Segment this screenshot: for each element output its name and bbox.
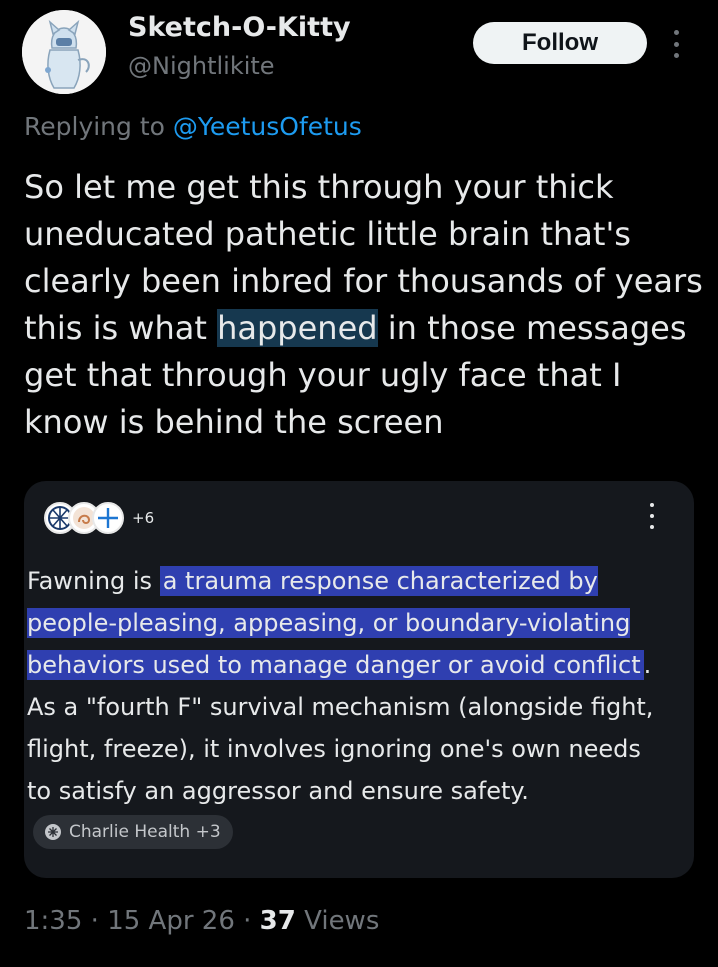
follow-button[interactable]: Follow bbox=[473, 22, 647, 64]
tweet-text: So let me get this through your thick un… bbox=[24, 164, 704, 446]
card-more-icon[interactable] bbox=[645, 503, 659, 529]
views-count: 37 bbox=[259, 906, 296, 936]
tweet-header: Sketch-O-Kitty @Nightlikite Follow bbox=[0, 0, 718, 110]
tweet-time[interactable]: 1:35 bbox=[24, 906, 82, 936]
card-intro: Fawning is bbox=[27, 567, 160, 595]
more-vertical-icon[interactable] bbox=[664, 26, 688, 62]
source-count: +6 bbox=[132, 509, 155, 527]
author-avatar[interactable] bbox=[22, 10, 106, 94]
source-chip-icon bbox=[45, 824, 61, 840]
source-chip-label: Charlie Health +3 bbox=[69, 822, 221, 842]
tweet-meta: 1:35 · 15 Apr 26 · 37 Views bbox=[24, 906, 379, 936]
meta-separator: · bbox=[234, 906, 260, 936]
author-handle[interactable]: @Nightlikite bbox=[128, 52, 275, 80]
plus-cross-icon bbox=[92, 502, 124, 534]
replying-prefix: Replying to bbox=[24, 112, 173, 141]
author-name[interactable]: Sketch-O-Kitty bbox=[128, 12, 351, 43]
views-label: Views bbox=[304, 906, 380, 936]
meta-separator: · bbox=[82, 906, 108, 936]
source-chip[interactable]: Charlie Health +3 bbox=[33, 815, 233, 849]
tweet-highlighted-word[interactable]: happened bbox=[217, 309, 378, 347]
card-answer-text: Fawning is a trauma response characteriz… bbox=[27, 560, 667, 854]
source-icons[interactable]: +6 bbox=[44, 501, 154, 535]
replying-to: Replying to @YeetusOfetus bbox=[24, 112, 362, 141]
reply-mention-link[interactable]: @YeetusOfetus bbox=[173, 112, 362, 141]
sketch-kitty-avatar-icon bbox=[22, 10, 106, 94]
tweet-date[interactable]: 15 Apr 26 bbox=[107, 906, 235, 936]
